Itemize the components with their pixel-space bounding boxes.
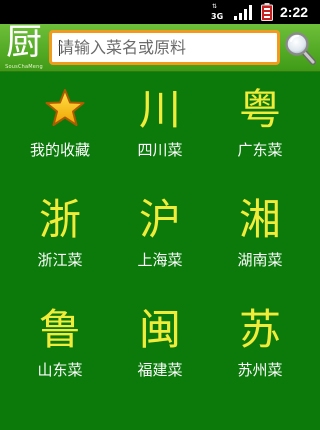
tile-glyph: 湘 xyxy=(238,195,281,244)
tile-glyph: 浙 xyxy=(38,195,81,244)
tile-zhejiang[interactable]: 浙 浙江菜 xyxy=(7,190,113,290)
magnifier-icon[interactable] xyxy=(284,30,316,66)
tile-label: 苏州菜 xyxy=(237,361,283,379)
tile-suzhou[interactable]: 苏 苏州菜 xyxy=(207,300,313,400)
tile-label: 福建菜 xyxy=(137,361,183,379)
app-logo[interactable]: 厨 SousChaMeng xyxy=(2,22,46,72)
tile-glyph: 鲁 xyxy=(38,305,81,354)
star-icon xyxy=(45,89,85,126)
logo-subtitle: SousChaMeng xyxy=(5,64,43,70)
network-type: 3G xyxy=(211,12,224,21)
status-clock: 2:22 xyxy=(280,4,309,20)
status-bar: ⇅ 3G 2:22 xyxy=(0,0,320,24)
tile-fujian[interactable]: 闽 福建菜 xyxy=(107,300,213,400)
tile-label-favorites: 我的收藏 xyxy=(29,141,90,159)
tile-glyph: 沪 xyxy=(138,195,181,244)
3g-data-icon: ⇅ 3G xyxy=(211,3,224,21)
tile-label: 山东菜 xyxy=(37,361,83,379)
battery-icon xyxy=(261,3,273,21)
tile-label: 四川菜 xyxy=(137,141,183,159)
tile-shandong[interactable]: 鲁 山东菜 xyxy=(7,300,113,400)
tile-glyph: 粤 xyxy=(238,85,281,134)
tile-shanghai[interactable]: 沪 上海菜 xyxy=(107,190,213,290)
tile-glyph: 川 xyxy=(138,85,181,134)
tile-sichuan[interactable]: 川 四川菜 xyxy=(107,80,213,180)
search-input[interactable] xyxy=(58,35,272,60)
logo-glyph: 厨 xyxy=(5,22,42,63)
signal-icon xyxy=(234,5,252,20)
search-box[interactable] xyxy=(49,30,280,65)
header-bar: 厨 SousChaMeng xyxy=(0,22,320,72)
tile-hunan[interactable]: 湘 湖南菜 xyxy=(207,190,313,290)
tile-label: 浙江菜 xyxy=(37,251,83,269)
favorites-tile[interactable]: 我的收藏 xyxy=(7,80,113,180)
tile-glyph: 闽 xyxy=(138,305,181,354)
tile-glyph: 苏 xyxy=(238,305,281,354)
tile-label: 湖南菜 xyxy=(237,251,283,269)
tile-label: 广东菜 xyxy=(237,141,283,159)
tile-guangdong[interactable]: 粤 广东菜 xyxy=(207,80,313,180)
tile-label: 上海菜 xyxy=(137,251,183,269)
